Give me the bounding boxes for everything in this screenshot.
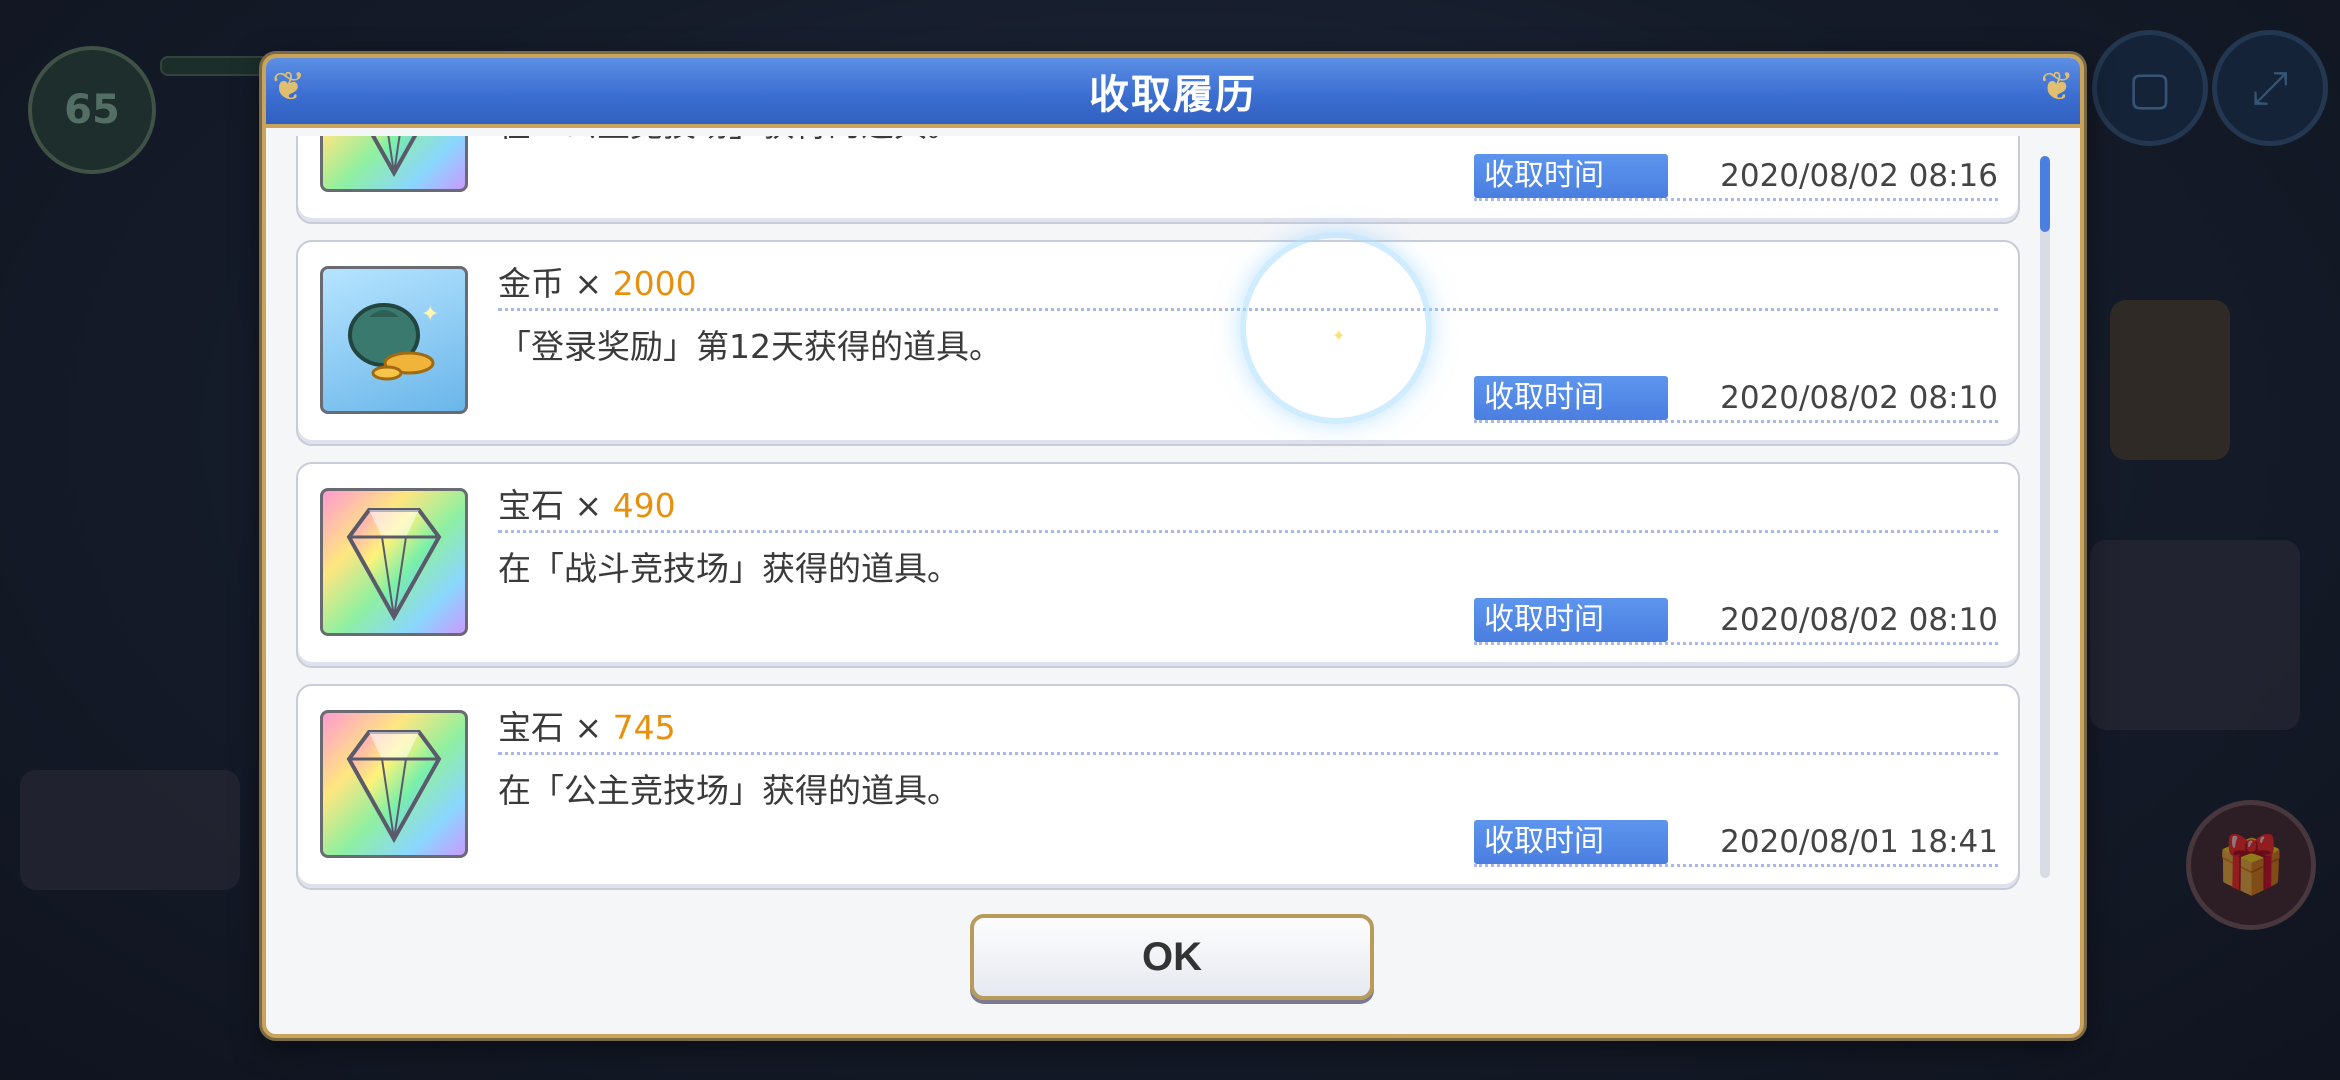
receive-time-label: 收取时间 <box>1474 598 1668 642</box>
item-quantity: 490 <box>612 486 676 525</box>
item-description: 在「公主竞技场」获得的道具。 <box>498 771 960 810</box>
item-description: 在「公主竞技场」获得的道具。 <box>498 136 960 146</box>
item-description: 在「战斗竞技场」获得的道具。 <box>498 549 960 588</box>
coin-bag-icon: ✦ <box>320 266 468 414</box>
receive-time-value: 2020/08/02 08:16 <box>1720 158 1998 194</box>
receive-time-value: 2020/08/01 18:41 <box>1720 824 1998 860</box>
gem-icon <box>320 710 468 858</box>
gem-icon <box>320 136 468 192</box>
receive-time-row: 收取时间 2020/08/02 08:16 <box>1474 154 1998 201</box>
receive-time-value: 2020/08/02 08:10 <box>1720 380 1998 416</box>
item-name: 宝石 × 745 <box>498 704 1998 755</box>
receive-time-row: 收取时间 2020/08/01 18:41 <box>1474 820 1998 867</box>
item-name-label: 金币 × <box>498 264 613 303</box>
receive-time-label: 收取时间 <box>1474 154 1668 198</box>
gem-icon <box>320 488 468 636</box>
ok-button[interactable]: OK <box>970 914 1374 1000</box>
history-item: 在「公主竞技场」获得的道具。收取时间 2020/08/02 08:16 <box>296 136 2020 224</box>
item-name: 宝石 × 490 <box>498 482 1998 533</box>
dialog-header: ❦ 收取履历 ❦ <box>266 58 2080 128</box>
receive-time-label: 收取时间 <box>1474 820 1668 864</box>
receive-time-row: 收取时间 2020/08/02 08:10 <box>1474 598 1998 645</box>
item-quantity: 745 <box>612 708 676 747</box>
receive-history-dialog: ❦ 收取履历 ❦ 在「公主竞技场」获得的道具。收取时间2020/08/02 08… <box>262 54 2084 1038</box>
corner-ornament-icon: ❦ <box>272 64 306 110</box>
corner-ornament-icon: ❦ <box>2040 64 2074 110</box>
receive-time-label: 收取时间 <box>1474 376 1668 420</box>
history-list[interactable]: 在「公主竞技场」获得的道具。收取时间2020/08/02 08:16✦金币 × … <box>296 136 2020 940</box>
receive-time-value: 2020/08/02 08:10 <box>1720 602 1998 638</box>
item-name-label: 宝石 × <box>498 708 613 747</box>
history-item: 宝石 × 745 在「公主竞技场」获得的道具。收取时间 2020/08/01 18:… <box>296 684 2020 890</box>
svg-text:✦: ✦ <box>421 302 439 327</box>
item-description: 「登录奖励」第12天获得的道具。 <box>498 327 1002 366</box>
history-item: 宝石 × 490 在「战斗竞技场」获得的道具。收取时间 2020/08/02 08:… <box>296 462 2020 668</box>
dialog-title: 收取履历 <box>1089 72 1257 118</box>
item-quantity: 2000 <box>612 264 697 303</box>
scroll-thumb[interactable] <box>2040 156 2050 232</box>
loading-indicator: ✦ <box>1240 232 1432 424</box>
scrollbar[interactable] <box>2040 156 2050 878</box>
receive-time-row: 收取时间 2020/08/02 08:10 <box>1474 376 1998 423</box>
item-name-label: 宝石 × <box>498 486 613 525</box>
history-item: ✦ 金币 × 2000 「登录奖励」第12天获得的道具。收取时间 2020/08/02… <box>296 240 2020 446</box>
